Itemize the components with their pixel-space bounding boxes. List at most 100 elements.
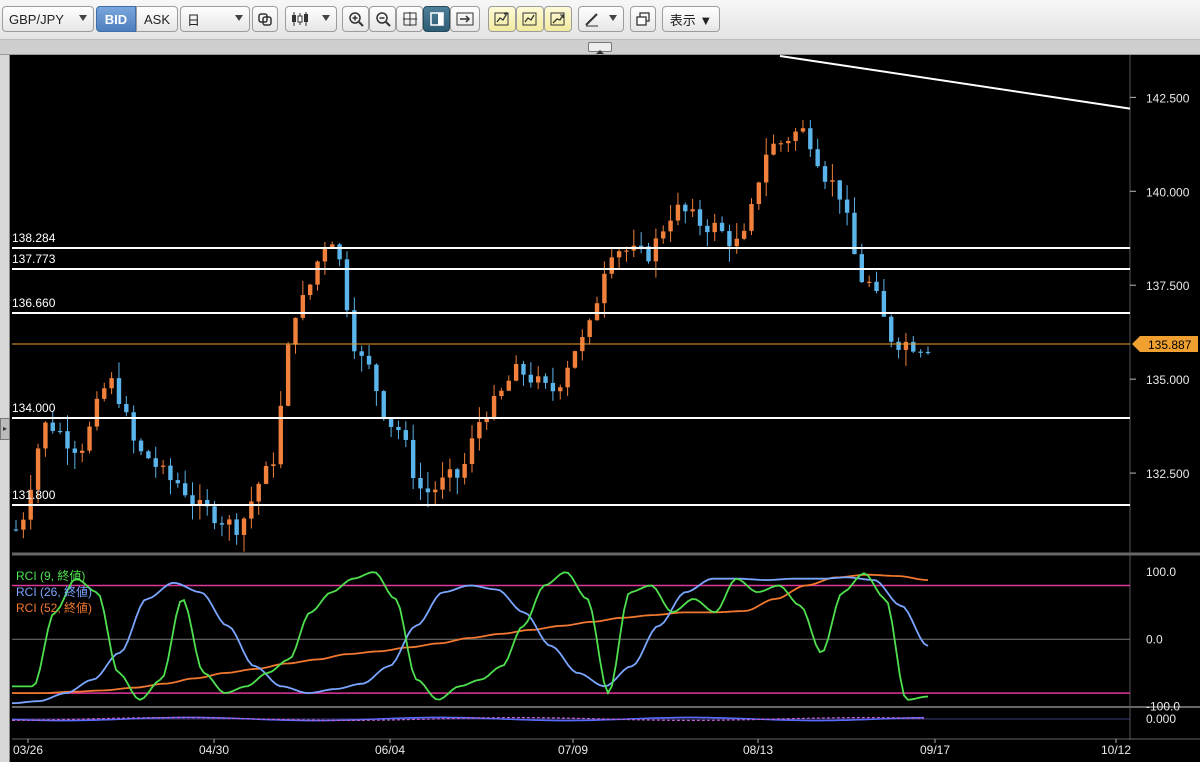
window-button[interactable]	[630, 6, 656, 32]
candle-body	[550, 382, 556, 392]
candle-up	[565, 360, 570, 396]
chevron-down-icon	[322, 15, 330, 21]
candle-body	[844, 199, 850, 213]
candle-body	[881, 291, 887, 317]
candle-up	[609, 248, 614, 279]
candle-body	[697, 209, 703, 226]
zoom-in-button[interactable]	[342, 6, 369, 32]
candle-body	[859, 254, 865, 283]
scroll-end-button[interactable]	[450, 6, 480, 32]
candle-body	[609, 257, 614, 274]
side-panel-toggle[interactable]: ▸	[0, 418, 10, 440]
candle-body	[565, 367, 570, 388]
candle-down	[521, 360, 526, 386]
draw-tool-select[interactable]	[578, 6, 624, 32]
candle-body	[227, 519, 232, 525]
candle-body	[477, 422, 482, 439]
candle-body	[580, 337, 585, 352]
indicator-edit-button[interactable]	[516, 6, 544, 32]
candle-up	[712, 213, 717, 242]
candle-down	[212, 500, 217, 530]
horizontal-line-label: 131.800	[12, 488, 56, 502]
indicator-add-button[interactable]	[488, 6, 516, 32]
link-icon	[258, 13, 272, 26]
candle-body	[587, 320, 592, 338]
candle-body	[918, 351, 923, 353]
candle-body	[153, 458, 158, 467]
bid-button[interactable]: BID	[96, 6, 136, 32]
candle-down	[822, 160, 828, 190]
candle-body	[65, 431, 70, 449]
rci9-line	[12, 571, 929, 701]
collapse-button[interactable]	[588, 42, 612, 54]
candle-body	[190, 495, 195, 505]
candle-body	[271, 464, 276, 467]
candle-body	[366, 355, 372, 365]
candle-up	[462, 452, 467, 485]
horizontal-line-label: 134.000	[12, 401, 56, 415]
horizontal-line-label: 138.284	[12, 231, 56, 245]
candle-body	[521, 363, 526, 375]
candle-up	[624, 246, 629, 262]
main-panel-bg	[12, 56, 1130, 552]
candle-body	[374, 364, 379, 392]
candle-body	[572, 351, 578, 368]
timeframe-select[interactable]: 日	[180, 6, 250, 32]
candle-body	[719, 222, 725, 232]
candle-up	[572, 350, 578, 369]
candle-down	[925, 346, 931, 355]
candle-up	[734, 223, 739, 254]
candle-down	[815, 138, 820, 168]
candle-body	[675, 204, 681, 221]
display-menu-button[interactable]: 表示 ▼	[662, 6, 720, 32]
symbol-select[interactable]: GBP/JPY	[2, 6, 94, 32]
candle-down	[425, 472, 431, 508]
candle-body	[874, 281, 879, 292]
candle-up	[293, 317, 298, 354]
candle-down	[153, 446, 158, 478]
candle-body	[175, 480, 181, 484]
candle-down	[182, 470, 188, 498]
window-copy-icon	[636, 12, 650, 26]
rci26-line	[11, 576, 929, 705]
candle-up	[102, 382, 107, 402]
candle-body	[87, 426, 92, 451]
candle-down	[550, 367, 556, 401]
candle-up	[484, 411, 489, 430]
candle-up	[558, 384, 563, 400]
candle-body	[241, 518, 247, 535]
candle-up	[749, 198, 754, 236]
candle-up	[256, 481, 261, 515]
candle-body	[741, 230, 747, 239]
candle-down	[874, 271, 879, 294]
chart-plus-icon	[494, 12, 509, 26]
zoom-out-button[interactable]	[369, 6, 396, 32]
candle-body	[925, 351, 931, 354]
candle-down	[65, 415, 70, 465]
chart-type-select[interactable]	[285, 6, 337, 32]
candle-down	[638, 232, 644, 254]
candle-up	[830, 164, 835, 197]
candle-body	[433, 489, 438, 493]
candle-up	[866, 275, 872, 288]
candle-down	[72, 440, 78, 470]
candle-up	[778, 140, 784, 152]
left-gutter	[0, 55, 10, 762]
indicator-settings-button[interactable]	[544, 6, 572, 32]
candle-up	[587, 318, 592, 344]
candle-up	[477, 407, 482, 451]
candle-down	[697, 199, 703, 236]
compare-button[interactable]	[252, 6, 278, 32]
candle-up	[227, 514, 232, 541]
chart-area[interactable]: 142.500 140.000 137.500 135.000 132.500 138.2…	[0, 0, 1200, 762]
panel-collapse-bar	[0, 40, 1200, 55]
chevron-down-icon	[609, 15, 617, 21]
fit-button[interactable]	[396, 6, 423, 32]
crosshair-icon	[402, 12, 417, 26]
panel-toggle-button[interactable]	[423, 6, 450, 32]
candle-body	[35, 448, 41, 490]
candle-body	[263, 466, 269, 484]
ask-button[interactable]: ASK	[136, 6, 178, 32]
candle-body	[205, 499, 210, 507]
candle-body	[778, 143, 784, 145]
